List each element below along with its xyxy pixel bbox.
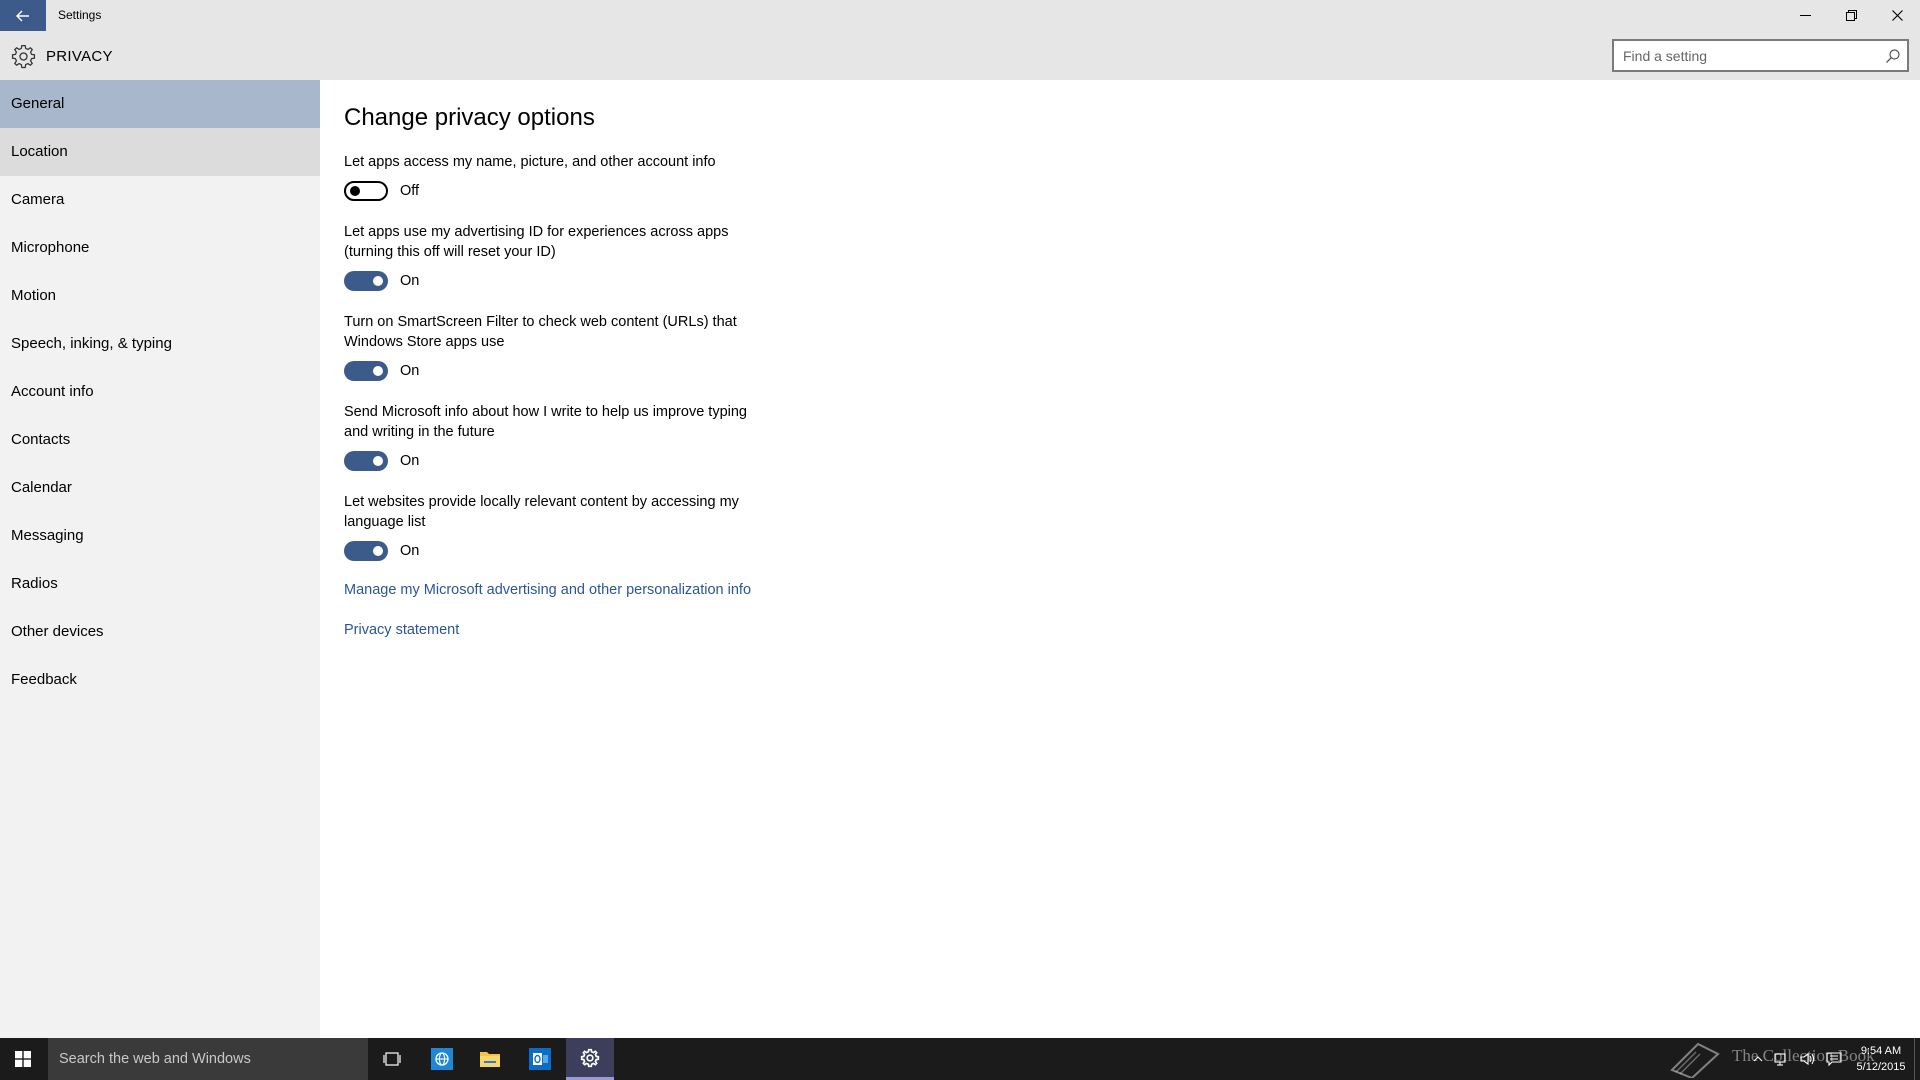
toggle-switch[interactable] [344,181,388,201]
setting-description-line: (turning this off will reset your ID) [344,244,556,260]
setting-language-list: Let websites provide locally relevant co… [344,492,804,561]
settings-taskbar-button[interactable] [566,1038,614,1080]
sidebar-item-general[interactable]: General [0,80,320,128]
outlook-icon [529,1048,551,1070]
system-clock[interactable]: 9:54 AM 5/12/2015 [1848,1043,1914,1075]
setting-description: Let websites provide locally relevant co… [344,492,804,532]
sidebar-item-motion[interactable]: Motion [0,272,320,320]
action-center-button[interactable] [1822,1038,1846,1080]
setting-description: Let apps access my name, picture, and ot… [344,152,804,172]
file-explorer-icon [480,1052,500,1067]
toggle-switch[interactable] [344,451,388,471]
sidebar-item-microphone[interactable]: Microphone [0,224,320,272]
setting-description-line: Let apps use my advertising ID for exper… [344,224,729,240]
back-arrow-icon [16,10,29,21]
toggle-state-label: On [400,453,420,469]
taskbar-search-box[interactable]: Search the web and Windows [48,1038,368,1080]
toggle-knob [373,276,383,286]
title-bar: Settings [0,0,1920,31]
setting-smartscreen: Turn on SmartScreen Filter to check web … [344,312,804,381]
setting-description-line: language list [344,514,426,530]
volume-button[interactable] [1796,1038,1820,1080]
sidebar-item-location[interactable]: Location [0,128,320,176]
taskbar: Search the web and Windows The Collectio… [0,1038,1920,1080]
toggle-knob [373,546,383,556]
close-button[interactable] [1874,0,1920,31]
network-button[interactable] [1770,1038,1794,1080]
minimize-button[interactable] [1782,0,1828,31]
network-icon [1774,1053,1786,1066]
manage-advertising-link[interactable]: Manage my Microsoft advertising and othe… [344,582,751,598]
toggle-switch[interactable] [344,271,388,291]
task-view-icon [383,1052,401,1066]
clock-time: 9:54 AM [1860,1045,1902,1057]
sidebar-item-feedback[interactable]: Feedback [0,656,320,704]
toggle-switch[interactable] [344,361,388,381]
setting-description-line: Windows Store apps use [344,334,505,350]
toggle-state-label: Off [400,183,420,199]
window-title: Settings [58,8,102,22]
start-button[interactable] [0,1038,46,1080]
toggle-state-label: On [400,543,420,559]
setting-advertising-id: Let apps use my advertising ID for exper… [344,222,804,291]
setting-description-line: Let apps access my name, picture, and ot… [344,154,716,170]
setting-description-line: Turn on SmartScreen Filter to check web … [344,314,737,330]
search-icon[interactable] [1885,48,1901,64]
restore-button[interactable] [1828,0,1874,31]
book-logo-icon [1670,1042,1720,1078]
setting-description: Turn on SmartScreen Filter to check web … [344,312,804,352]
toggle-knob [373,456,383,466]
gear-icon [11,44,36,69]
action-center-icon [1826,1052,1842,1066]
show-hidden-icons-button[interactable] [1748,1038,1768,1080]
internet-explorer-button[interactable] [418,1038,466,1080]
search-box[interactable] [1612,39,1909,72]
sidebar-item-camera[interactable]: Camera [0,176,320,224]
sidebar-item-speech[interactable]: Speech, inking, & typing [0,320,320,368]
settings-icon [580,1048,600,1067]
sidebar-item-other-devices[interactable]: Other devices [0,608,320,656]
windows-logo-icon [15,1051,31,1067]
sidebar-item-account-info[interactable]: Account info [0,368,320,416]
settings-header: PRIVACY [0,31,1920,80]
restore-icon [1845,10,1857,21]
setting-account-info: Let apps access my name, picture, and ot… [344,152,804,201]
sidebar-item-messaging[interactable]: Messaging [0,512,320,560]
setting-description-line: and writing in the future [344,424,495,440]
toggle-knob [350,186,360,196]
close-icon [1891,10,1903,21]
outlook-button[interactable] [516,1038,564,1080]
file-explorer-button[interactable] [466,1038,514,1080]
task-view-button[interactable] [368,1038,416,1080]
main-content: Change privacy options Let apps access m… [320,80,1920,1038]
minimize-icon [1799,15,1811,16]
setting-description-line: Let websites provide locally relevant co… [344,494,739,510]
sidebar-item-radios[interactable]: Radios [0,560,320,608]
sidebar: General Location Camera Microphone Motio… [0,80,320,1038]
setting-description: Let apps use my advertising ID for exper… [344,222,804,262]
volume-icon [1800,1052,1815,1066]
toggle-switch[interactable] [344,541,388,561]
clock-date: 5/12/2015 [1856,1061,1906,1073]
show-desktop-button[interactable] [1914,1038,1920,1080]
setting-description-line: Send Microsoft info about how I write to… [344,404,747,420]
taskbar-search-text: Search the web and Windows [59,1051,251,1067]
internet-explorer-icon [431,1048,453,1070]
chevron-up-icon [1753,1056,1763,1062]
sidebar-item-contacts[interactable]: Contacts [0,416,320,464]
setting-typing-info: Send Microsoft info about how I write to… [344,402,804,471]
sidebar-item-calendar[interactable]: Calendar [0,464,320,512]
toggle-knob [373,366,383,376]
privacy-statement-link[interactable]: Privacy statement [344,622,459,638]
page-title: PRIVACY [46,48,113,65]
search-input[interactable] [1623,47,1873,65]
section-title: Change privacy options [344,104,595,131]
toggle-state-label: On [400,273,420,289]
setting-description: Send Microsoft info about how I write to… [344,402,804,442]
toggle-state-label: On [400,363,420,379]
back-button[interactable] [0,0,46,31]
